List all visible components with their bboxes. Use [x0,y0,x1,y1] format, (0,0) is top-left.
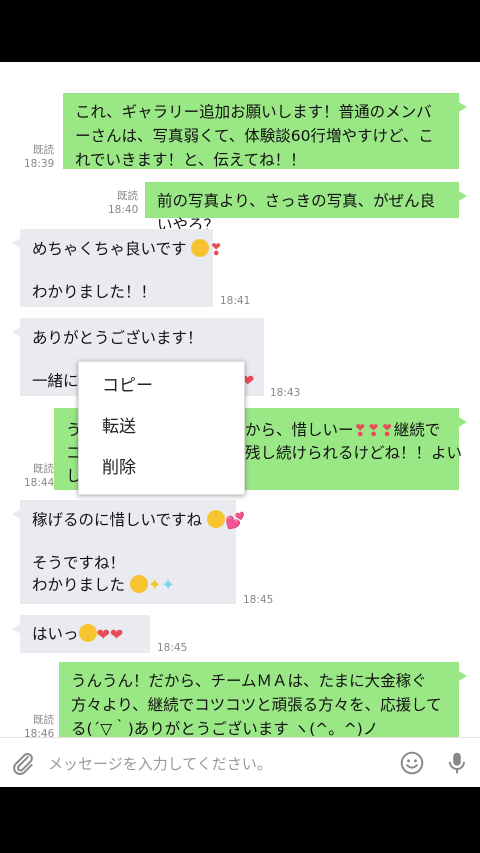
incoming-message[interactable]: 稼げるのに惜しいですね 💕 そうですね！ わかりました ✦✦ [12,500,245,604]
incoming-message[interactable]: めちゃくちゃ良いです ❣ わかりました！！ [12,229,223,307]
heart-icon: ❤ [109,625,124,644]
chat-screen: 既読 18:39 これ、ギャラリー追加お願いします！普通のメンバーさんは、写真弱… [0,62,480,787]
message-text: ありがとうございます！ [32,329,203,347]
grin-emoji-icon [129,575,148,593]
message-text: 残し続けられるけどね！！よい [245,444,463,462]
grin-emoji-icon [78,624,97,642]
message-list[interactable]: 既読 18:39 これ、ギャラリー追加お願いします！普通のメンバーさんは、写真弱… [0,62,480,737]
read-receipt: 既読 [33,714,54,726]
outgoing-message[interactable]: うんうん！だから、チームＭＡは、たまに大金稼ぐ方々より、継続でコツコツと頑張る方… [59,662,467,737]
message-time: 18:43 [270,387,301,399]
paperclip-icon[interactable] [10,750,36,776]
read-receipt: 既読 [33,144,54,156]
menu-item-copy[interactable]: コピー [79,366,244,407]
scream-emoji-icon [206,510,225,528]
message-meta: 既読 18:44 [24,462,54,490]
message-text: から、惜しいー [245,421,354,439]
message-time: 18:39 [24,158,55,170]
message-text: そうですね！ [32,554,126,572]
message-time: 18:45 [243,594,274,606]
message-text: 稼げるのに惜しいですね [32,511,203,529]
message-text: めちゃくちゃ良いです [32,240,187,258]
microphone-icon[interactable] [444,750,470,776]
sparkles-icon: ✦ [147,575,162,594]
message-input[interactable]: メッセージを入力してください。 [48,753,272,774]
menu-item-forward[interactable]: 転送 [79,407,244,448]
message-meta: 既読 18:46 [24,713,54,737]
heart-exclamation-icon: ❣❣❣ [353,421,394,440]
outgoing-message[interactable]: これ、ギャラリー追加お願いします！普通のメンバーさんは、写真弱くて、体験談60行… [63,93,467,169]
incoming-message[interactable]: はいっ ❤❤ [12,615,150,653]
read-receipt: 既読 [33,463,54,475]
context-menu: コピー 転送 削除 [78,361,245,495]
sparkles-icon: ✦ [161,575,175,594]
two-hearts-icon: 💕 [224,511,245,530]
message-text: 継続で [393,421,441,439]
message-time: 18:44 [24,477,55,489]
message-time: 18:40 [108,204,139,216]
emoji-icon[interactable] [399,750,425,776]
message-time: 18:41 [220,295,251,307]
outgoing-message[interactable]: 前の写真より、さっきの写真、がぜん良いやろ？ [145,182,467,234]
heart-exclamation-icon: ❣ [209,240,223,259]
message-time: 18:46 [24,728,55,737]
message-text: わかりました [32,576,126,594]
heart-icon: ❤ [96,625,110,644]
message-meta: 既読 18:39 [24,143,54,171]
message-meta: 既読 18:40 [108,189,138,217]
grin-emoji-icon [191,239,210,257]
message-text: わかりました！！ [32,283,157,301]
message-text: はいっ [32,625,79,643]
message-input-bar: メッセージを入力してください。 [0,737,480,787]
message-text: 一緒に [32,372,79,390]
menu-item-delete[interactable]: 削除 [79,448,244,489]
read-receipt: 既読 [117,190,138,202]
message-time: 18:45 [157,642,188,654]
